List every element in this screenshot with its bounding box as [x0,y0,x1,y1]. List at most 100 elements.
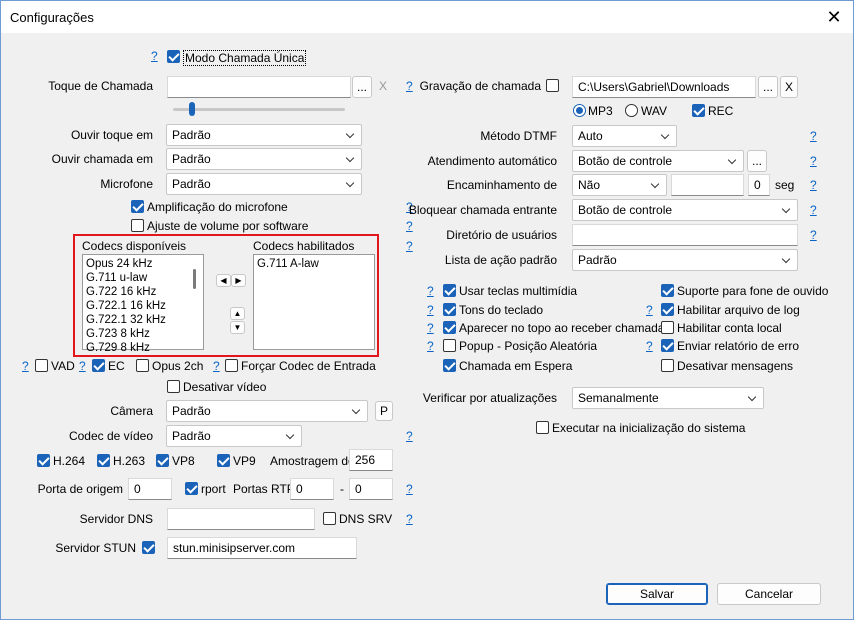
move-up-button[interactable]: ▲ [230,307,245,320]
h264-checkbox[interactable] [37,454,50,467]
servidor-stun-label: Servidor STUN [55,541,136,555]
help-link[interactable]: ? [406,512,413,526]
executar-checkbox[interactable] [536,421,549,434]
move-right-button[interactable]: ▶ [231,274,246,287]
help-link[interactable]: ? [810,154,817,168]
codecs-enabled-list[interactable]: G.711 A-law [253,254,375,350]
help-link[interactable]: ? [427,321,434,335]
mp3-radio[interactable] [573,104,586,117]
rec-checkbox[interactable] [692,104,705,117]
ouvir-chamada-select[interactable]: Padrão [166,148,362,170]
encaminhamento-target-input[interactable] [671,174,744,196]
list-item[interactable]: G.711 A-law [257,257,371,271]
help-link[interactable]: ? [406,429,413,443]
atendimento-select[interactable]: Botão de controle [572,150,744,172]
servidor-stun-checkbox[interactable] [142,541,155,554]
aparecer-topo-checkbox[interactable] [443,321,456,334]
arquivo-log-checkbox[interactable] [661,303,674,316]
chamada-espera-checkbox[interactable] [443,359,456,372]
popup-checkbox[interactable] [443,339,456,352]
camera-select[interactable]: Padrão [166,400,368,422]
help-link[interactable]: ? [810,203,817,217]
portas-rtp-from-input[interactable]: 0 [290,478,334,500]
forcar-codec-checkbox[interactable] [225,359,238,372]
gravacao-path-input[interactable]: C:\Users\Gabriel\Downloads [572,76,756,98]
desativar-video-checkbox[interactable] [167,380,180,393]
porta-origem-input[interactable]: 0 [128,478,172,500]
ouvir-toque-select[interactable]: Padrão [166,124,362,146]
list-item[interactable]: G.722.1 32 kHz [86,313,200,327]
lista-acao-select[interactable]: Padrão [572,249,798,271]
help-link[interactable]: ? [406,219,413,233]
toque-input[interactable] [167,76,351,98]
toque-browse-button[interactable]: ... [352,76,372,98]
ajuste-volume-checkbox[interactable] [131,219,144,232]
vad-checkbox[interactable] [35,359,48,372]
codec-video-select[interactable]: Padrão [166,425,302,447]
codecs-available-list[interactable]: Opus 24 kHz G.711 u-law G.722 16 kHz G.7… [82,254,204,354]
help-link[interactable]: ? [406,239,413,253]
toque-clear-button[interactable]: X [376,79,390,93]
desativar-mensagens-checkbox[interactable] [661,359,674,372]
move-left-button[interactable]: ◀ [216,274,231,287]
tons-teclado-checkbox[interactable] [443,303,456,316]
help-link[interactable]: ? [646,303,653,317]
gravacao-checkbox[interactable] [546,79,559,92]
encaminhamento-select[interactable]: Não [572,174,667,196]
list-item[interactable]: Opus 24 kHz [86,257,200,271]
help-link[interactable]: ? [810,178,817,192]
help-link[interactable]: ? [22,359,29,373]
opus2ch-checkbox[interactable] [136,359,149,372]
metodo-dtmf-select[interactable]: Auto [572,125,677,147]
help-link[interactable]: ? [427,303,434,317]
relatorio-erro-checkbox[interactable] [661,339,674,352]
bloquear-select[interactable]: Botão de controle [572,199,798,221]
servidor-stun-input[interactable]: stun.minisipserver.com [167,537,357,559]
help-link[interactable]: ? [810,228,817,242]
help-link[interactable]: ? [151,49,158,63]
save-button[interactable]: Salvar [606,583,708,605]
help-link[interactable]: ? [427,284,434,298]
multimidia-checkbox[interactable] [443,284,456,297]
h263-checkbox[interactable] [97,454,110,467]
servidor-dns-input[interactable] [167,508,315,530]
move-down-button[interactable]: ▼ [230,321,245,334]
list-item[interactable]: G.711 u-law [86,271,200,285]
vp8-checkbox[interactable] [156,454,169,467]
ec-checkbox[interactable] [92,359,105,372]
diretorio-input[interactable] [572,224,798,246]
wav-radio[interactable] [625,104,638,117]
conta-local-checkbox[interactable] [661,321,674,334]
help-link[interactable]: ? [406,79,413,93]
atendimento-more-button[interactable]: ... [747,150,767,172]
slider-thumb[interactable] [189,102,195,116]
gravacao-browse-button[interactable]: ... [758,76,778,98]
scrollbar[interactable] [193,269,196,289]
help-link[interactable]: ? [406,482,413,496]
toque-volume-slider[interactable] [173,108,345,111]
camera-preview-button[interactable]: P [375,401,393,421]
fone-ouvido-checkbox[interactable] [661,284,674,297]
close-icon[interactable]: ✕ [823,6,845,28]
dns-srv-checkbox[interactable] [323,512,336,525]
rport-checkbox[interactable] [185,482,198,495]
cancel-button[interactable]: Cancelar [717,583,821,605]
list-item[interactable]: G.722.1 16 kHz [86,299,200,313]
amplificacao-checkbox[interactable] [131,200,144,213]
amostragem-input[interactable]: 256 [349,449,393,471]
gravacao-clear-button[interactable]: X [780,76,798,98]
list-item[interactable]: G.723 8 kHz [86,327,200,341]
microfone-select[interactable]: Padrão [166,173,362,195]
help-link[interactable]: ? [213,359,220,373]
help-link[interactable]: ? [79,359,86,373]
encaminhamento-seconds-input[interactable]: 0 [748,174,770,196]
vp9-checkbox[interactable] [217,454,230,467]
help-link[interactable]: ? [427,339,434,353]
portas-rtp-to-input[interactable]: 0 [349,478,393,500]
list-item[interactable]: G.729 8 kHz [86,341,200,355]
verificar-select[interactable]: Semanalmente [572,387,764,409]
list-item[interactable]: G.722 16 kHz [86,285,200,299]
modo-chamada-unica-checkbox[interactable] [167,50,180,63]
help-link[interactable]: ? [646,339,653,353]
help-link[interactable]: ? [810,129,817,143]
